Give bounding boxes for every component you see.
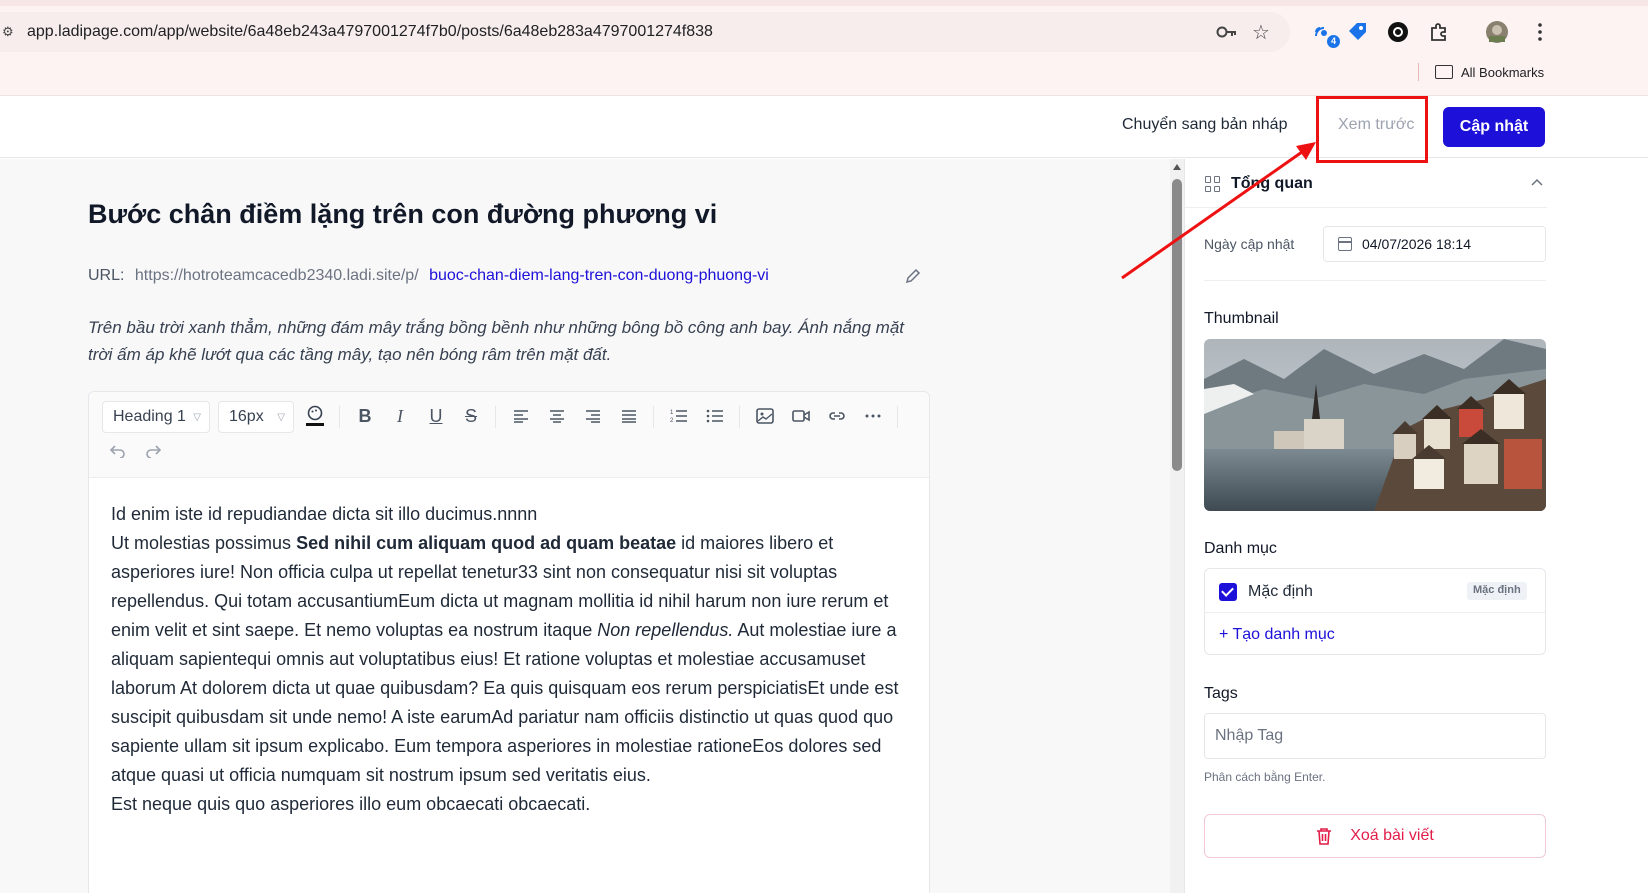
grid-icon	[1205, 176, 1221, 192]
chevron-down-icon: ▽	[193, 412, 201, 423]
svg-text:2: 2	[670, 418, 674, 424]
rich-text-editor: Heading 1 ▽ 16px ▽ B I U S 1 2 Id enim i…	[88, 391, 930, 893]
content-line-1: Id enim iste id repudiandae dicta sit il…	[111, 504, 538, 524]
editor-toolbar: Heading 1 ▽ 16px ▽ B I U S 1 2	[89, 392, 929, 478]
address-bar[interactable]: ⚙ app.ladipage.com/app/website/6a48eb243…	[0, 12, 1290, 52]
editor-content[interactable]: Id enim iste id repudiandae dicta sit il…	[111, 500, 911, 819]
tags-hint: Phân cách bằng Enter.	[1204, 770, 1326, 784]
tags-label: Tags	[1204, 685, 1238, 702]
browser-toolbar: ⚙ app.ladipage.com/app/website/6a48eb243…	[0, 0, 1648, 96]
sidebar-divider	[1185, 207, 1547, 208]
extension-music-icon[interactable]	[1386, 20, 1410, 44]
bookmark-star-icon[interactable]: ☆	[1252, 20, 1270, 45]
annotation-highlight-box	[1316, 96, 1428, 163]
category-checkbox[interactable]	[1219, 583, 1237, 601]
category-item-default[interactable]: Mặc định Mặc định	[1205, 569, 1545, 613]
align-right-icon[interactable]	[581, 404, 605, 428]
update-button[interactable]: Cập nhật	[1443, 107, 1545, 147]
content-paragraph-2: Ut molestias possimus Sed nihil cum aliq…	[111, 529, 911, 790]
trash-icon	[1317, 828, 1332, 845]
post-url-row: URL: https://hotroteamcacedb2340.ladi.si…	[88, 267, 769, 285]
svg-text:1: 1	[670, 410, 674, 416]
overview-header[interactable]: Tổng quan	[1205, 175, 1313, 193]
insert-video-icon[interactable]	[789, 404, 813, 428]
calendar-icon	[1338, 237, 1352, 251]
updated-date-value: 04/07/2026 18:14	[1362, 236, 1471, 252]
insert-link-icon[interactable]	[825, 404, 849, 428]
chevron-down-icon: ▽	[277, 412, 285, 423]
thumbnail-image[interactable]	[1204, 339, 1546, 511]
heading-select[interactable]: Heading 1 ▽	[102, 401, 210, 433]
scroll-up-arrow-icon[interactable]	[1173, 164, 1181, 170]
password-key-icon[interactable]	[1216, 22, 1238, 42]
underline-icon[interactable]: U	[424, 404, 448, 428]
updated-date-label: Ngày cập nhật	[1204, 236, 1295, 252]
font-size-select[interactable]: 16px ▽	[218, 401, 294, 433]
toolbar-divider	[339, 406, 340, 428]
extension-cast-icon[interactable]: 4	[1312, 20, 1340, 48]
content-p2-bold: Sed nihil cum aliquam quod ad quam beata…	[296, 533, 677, 553]
toolbar-divider	[495, 406, 496, 428]
add-category-link[interactable]: + Tạo danh mục	[1219, 626, 1335, 644]
overview-title: Tổng quan	[1231, 175, 1313, 192]
profile-avatar-icon[interactable]	[1485, 20, 1509, 44]
category-list: Mặc định Mặc định + Tạo danh mục	[1204, 568, 1546, 655]
redo-icon[interactable]	[142, 440, 164, 462]
toolbar-divider	[897, 406, 898, 428]
insert-image-icon[interactable]	[753, 404, 777, 428]
extension-badge: 4	[1327, 35, 1340, 48]
tab-strip	[0, 0, 1648, 6]
italic-icon[interactable]: I	[388, 404, 412, 428]
align-justify-icon[interactable]	[617, 404, 641, 428]
more-options-icon[interactable]	[861, 404, 885, 428]
category-name: Mặc định	[1248, 583, 1313, 600]
updated-date-field[interactable]: 04/07/2026 18:14	[1323, 226, 1546, 262]
sidebar-divider	[1204, 280, 1546, 281]
default-badge: Mặc định	[1467, 582, 1527, 600]
thumbnail-label: Thumbnail	[1204, 310, 1279, 327]
post-title[interactable]: Bước chân điềm lặng trên con đường phươn…	[88, 199, 717, 230]
switch-to-draft-button[interactable]: Chuyển sang bản nháp	[1122, 116, 1287, 134]
extensions-puzzle-icon[interactable]	[1427, 20, 1451, 44]
chevron-up-icon[interactable]	[1531, 177, 1543, 189]
settings-sidebar: Tổng quan Ngày cập nhật 04/07/2026 18:14…	[1184, 159, 1648, 893]
tags-input[interactable]	[1204, 713, 1546, 759]
post-excerpt[interactable]: Trên bầu trời xanh thẳm, những đám mây t…	[88, 314, 918, 368]
url-label: URL:	[88, 267, 125, 284]
url-base: https://hotroteamcacedb2340.ladi.site/p/	[134, 267, 419, 284]
editor-area: Bước chân điềm lặng trên con đường phươn…	[0, 159, 1170, 893]
bullet-list-icon[interactable]	[703, 404, 727, 428]
folder-icon	[1435, 65, 1453, 79]
all-bookmarks[interactable]: All Bookmarks	[1418, 60, 1544, 84]
address-url[interactable]: app.ladipage.com/app/website/6a48eb243a4…	[27, 23, 713, 41]
align-left-icon[interactable]	[509, 404, 533, 428]
ordered-list-icon[interactable]: 12	[667, 404, 691, 428]
bold-icon[interactable]: B	[353, 404, 377, 428]
heading-select-value: Heading 1	[113, 408, 186, 425]
all-bookmarks-label: All Bookmarks	[1461, 64, 1545, 80]
toolbar-divider	[653, 406, 654, 428]
text-color-palette-icon[interactable]	[303, 404, 327, 428]
undo-icon[interactable]	[107, 440, 129, 462]
content-p2-italic: Non repellendus.	[597, 620, 734, 640]
content-line-3: Est neque quis quo asperiores illo eum o…	[111, 794, 591, 814]
toolbar-divider	[739, 406, 740, 428]
editor-scrollbar[interactable]	[1170, 159, 1184, 893]
url-slug[interactable]: buoc-chan-diem-lang-tren-con-duong-phuon…	[429, 267, 769, 284]
edit-url-pencil-icon[interactable]	[904, 267, 922, 285]
extension-tag-icon[interactable]	[1346, 20, 1370, 44]
strikethrough-icon[interactable]: S	[459, 404, 483, 428]
delete-post-label: Xoá bài viết	[1350, 827, 1434, 844]
align-center-icon[interactable]	[545, 404, 569, 428]
site-settings-icon[interactable]: ⚙	[2, 24, 16, 40]
font-size-select-value: 16px	[229, 408, 264, 425]
content-p2-end: Aut molestiae iure a aliquam sapientequi…	[111, 620, 899, 785]
content-p2-start: Ut molestias possimus	[111, 533, 297, 553]
bookmarks-divider	[1418, 63, 1419, 81]
scrollbar-thumb[interactable]	[1172, 179, 1182, 471]
delete-post-button[interactable]: Xoá bài viết	[1204, 814, 1546, 858]
browser-menu-icon[interactable]	[1528, 20, 1552, 44]
category-label: Danh mục	[1204, 540, 1277, 557]
